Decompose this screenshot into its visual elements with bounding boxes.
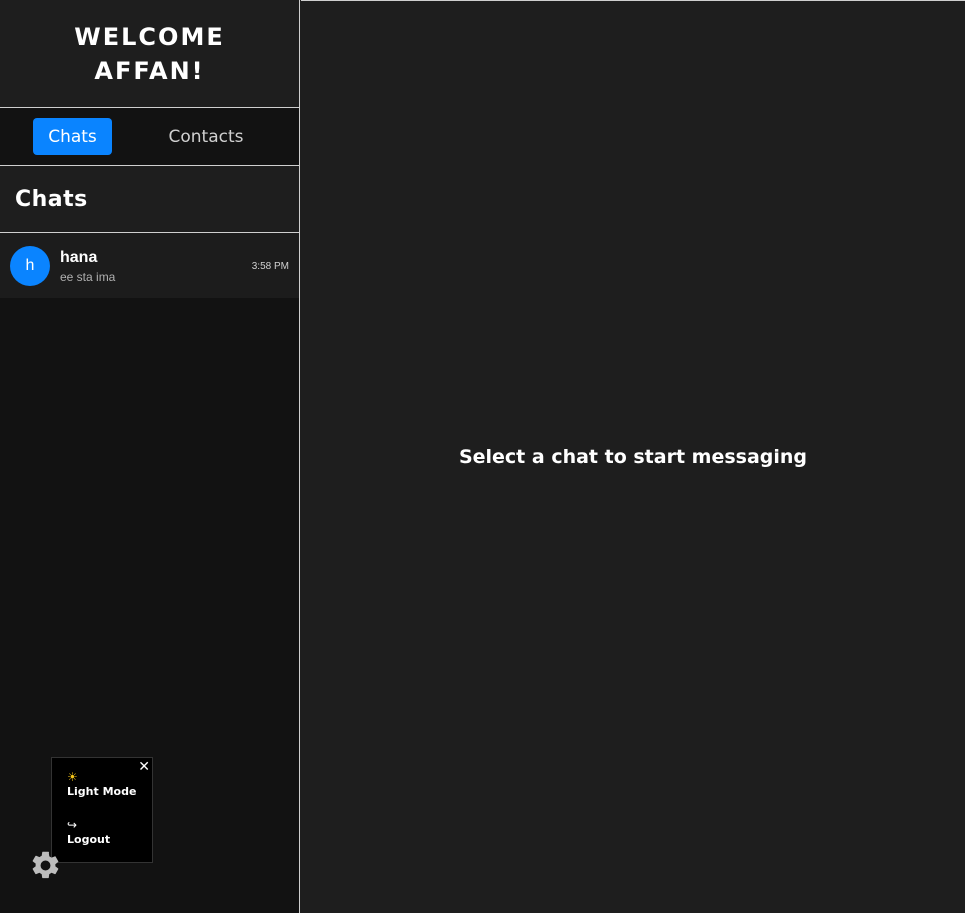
gear-icon[interactable] <box>29 849 62 882</box>
empty-state-message: Select a chat to start messaging <box>458 446 808 468</box>
settings-popup: ✕ ☀ Light Mode ↪ Logout <box>51 757 153 863</box>
welcome-header: WELCOME AFFAN! <box>0 0 299 108</box>
chats-section-header: Chats <box>0 166 299 233</box>
welcome-title: WELCOME AFFAN! <box>74 22 225 85</box>
sidebar: WELCOME AFFAN! Chats Contacts Chats h ha… <box>0 0 300 913</box>
close-icon[interactable]: ✕ <box>138 759 150 775</box>
chat-area: Select a chat to start messaging <box>301 0 965 913</box>
chat-timestamp: 3:58 PM <box>251 261 289 272</box>
logout-label: Logout <box>67 833 111 846</box>
avatar: h <box>10 245 50 286</box>
chat-app: WELCOME AFFAN! Chats Contacts Chats h ha… <box>0 0 965 913</box>
logout-button[interactable]: ↪ Logout <box>67 818 152 846</box>
tab-chats[interactable]: Chats <box>33 118 112 155</box>
logout-icon: ↪ <box>67 818 78 832</box>
tab-contacts[interactable]: Contacts <box>158 118 254 155</box>
tab-bar: Chats Contacts <box>0 108 299 166</box>
chats-section-title: Chats <box>15 186 88 212</box>
light-mode-label: Light Mode <box>67 785 137 798</box>
chat-list-item[interactable]: h hana ee sta ima 3:58 PM <box>0 233 299 298</box>
